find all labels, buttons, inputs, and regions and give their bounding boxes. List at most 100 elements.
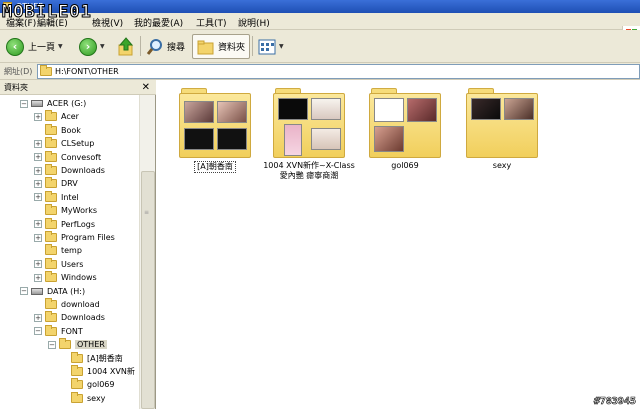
tree-node-label: Users [61,259,84,269]
expand-icon[interactable]: + [34,233,42,242]
expand-icon[interactable]: + [34,166,42,175]
folder-icon [59,338,71,350]
folder-tree-pane: 資料夾 ✕ − ACER (G:) + Acer Book + CLSetup + Conves… [0,80,156,409]
views-dropdown-icon[interactable]: ▼ [279,43,284,50]
folder-pane-header: 資料夾 ✕ [0,80,156,95]
search-icon [146,38,162,55]
tree-node[interactable]: + CLSetup [34,137,94,150]
tree-node[interactable]: + Windows [34,271,97,284]
up-folder-button[interactable] [117,34,135,59]
tree-node-label: Book [61,125,81,135]
expand-icon[interactable]: + [34,153,42,162]
tree-node[interactable]: + PerfLogs [34,217,95,231]
collapse-icon[interactable]: − [48,340,56,349]
address-label: 網址(D) [4,67,33,76]
tree-node[interactable]: Book [34,123,81,137]
folder-icon [71,391,83,403]
tree-node[interactable]: [A]朝香南 [60,351,123,365]
folder-icon [45,257,57,269]
forward-arrow-icon: › [79,37,97,56]
tree-node[interactable]: download [34,298,100,311]
watermark-logo-text: MOBILE01 [2,2,92,23]
tree-node-label: Windows [61,273,97,283]
footer-watermark: #783945 [593,396,637,408]
tree-node[interactable]: sexy [60,391,106,405]
tree-node-label: download [61,300,100,309]
tree-node[interactable]: + Users [34,257,84,271]
folder-item[interactable]: sexy [454,88,550,171]
expand-icon[interactable]: + [34,139,42,148]
tree-node[interactable]: + Intel [34,190,79,204]
folder-icon [71,378,83,390]
expand-icon[interactable]: + [34,112,42,121]
collapse-icon[interactable]: − [20,287,28,296]
folder-icon [45,231,57,242]
menu-tools[interactable]: 工具(T) [196,16,227,29]
tree-node-label: DATA (H:) [47,286,86,296]
tree-node[interactable]: + Downloads [34,164,105,177]
expand-icon[interactable]: + [34,193,42,202]
address-input[interactable]: H:\FONT\OTHER [37,64,640,79]
expand-icon[interactable]: + [34,313,42,322]
tree-node[interactable]: − DATA (H:) [20,285,85,298]
folders-button[interactable]: 資料夾 [192,34,251,59]
folders-icon [197,40,214,54]
up-folder-icon [118,36,134,55]
folder-icon [45,244,57,256]
tree-node-label: DRV [61,179,78,189]
tree-node-label: sexy [87,393,106,403]
tree-node[interactable]: + Downloads [34,311,105,324]
scrollbar-thumb[interactable] [141,171,155,409]
tree-node[interactable]: temp [34,244,82,257]
tree-node[interactable]: 1004 XVN新 [60,365,135,378]
drive-icon [31,100,43,107]
collapse-icon[interactable]: − [20,99,28,108]
tree-node[interactable]: − FONT [34,324,83,338]
tree-node[interactable]: + Convesoft [34,150,102,164]
folder-thumbnail-icon [369,88,441,158]
folder-icon [45,177,57,189]
folder-item[interactable]: 1004 XVN新作~X-Class 愛內艷 瘧寧商潮 [261,88,357,181]
menu-favorites[interactable]: 我的最愛(A) [134,16,183,29]
folder-icon [45,123,57,135]
back-button[interactable]: ‹ 上一頁 ▼ [6,34,63,59]
expand-icon[interactable]: + [34,179,42,188]
expand-icon[interactable]: + [34,220,42,229]
menu-help[interactable]: 說明(H) [238,16,270,29]
search-button[interactable]: 搜尋 [146,34,185,59]
folder-item[interactable]: gol069 [357,88,453,171]
views-button[interactable]: ▼ [258,34,284,59]
forward-dropdown-icon[interactable]: ▼ [100,43,105,50]
folder-pane-title: 資料夾 [4,83,28,92]
watermark-logo: MOBILE01 [0,0,128,28]
tree-node[interactable]: MyWorks [34,204,97,217]
folder-icon [71,365,83,376]
tree-node[interactable]: − ACER (G:) [20,97,86,110]
back-arrow-icon: ‹ [6,37,24,56]
address-bar: 網址(D) H:\FONT\OTHER [0,63,640,80]
back-dropdown-icon[interactable]: ▼ [58,43,63,50]
explorer-window: OTHER MOBILE01 檔案(F) 編輯(E) 檢視(V) 我的最愛(A)… [0,0,640,409]
address-value: H:\FONT\OTHER [55,67,119,76]
expand-icon[interactable]: + [34,273,42,282]
tree-node[interactable]: − OTHER [48,338,107,351]
tree-node-label: Convesoft [61,152,102,162]
forward-button[interactable]: › ▼ [79,34,105,59]
tree-node[interactable]: + Program Files [34,231,115,244]
expand-icon[interactable]: + [34,260,42,269]
tree-node-label: Acer [61,112,79,122]
tree-node[interactable]: + Acer [34,110,79,123]
folder-icon [45,324,57,336]
tree-node-label: FONT [61,326,83,336]
tree-node-label: Program Files [61,233,115,242]
close-icon[interactable]: ✕ [142,80,150,95]
folder-icon [45,190,57,202]
folder-item-name: 1004 XVN新作~X-Class 愛內艷 瘧寧商潮 [263,161,355,180]
collapse-icon[interactable]: − [34,327,42,336]
toolbar-separator [252,36,253,56]
tree-scrollbar[interactable]: ≡ [139,95,155,409]
tree-node[interactable]: + DRV [34,177,78,190]
folder-icon [45,311,57,323]
tree-node[interactable]: gol069 [60,378,114,391]
folder-item[interactable]: [A]朝香南 [167,88,263,173]
